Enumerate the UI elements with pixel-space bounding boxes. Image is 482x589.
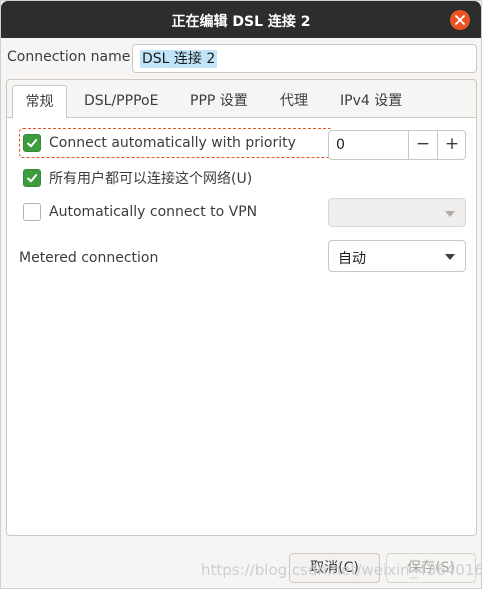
auto-vpn-label: Automatically connect to VPN — [49, 204, 258, 220]
connection-name-label: Connection name — [7, 49, 131, 65]
general-page: Connect automatically with priority 0 − … — [7, 118, 476, 535]
tab-ipv4-settings[interactable]: IPv4 设置 — [340, 80, 402, 118]
metered-connection-label: Metered connection — [19, 250, 159, 266]
check-icon — [27, 174, 38, 183]
settings-notebook: 常规 DSL/PPPoE PPP 设置 代理 IPv4 设置 Connect a… — [6, 79, 477, 536]
priority-value[interactable]: 0 — [336, 137, 345, 153]
tab-dsl-pppoe[interactable]: DSL/PPPoE — [84, 80, 158, 118]
chevron-down-icon — [445, 254, 455, 260]
all-users-checkbox[interactable]: 所有用户都可以连接这个网络(U) — [23, 166, 252, 190]
metered-select-value: 自动 — [338, 251, 366, 267]
connection-name-input[interactable]: DSL 连接 2 — [132, 44, 477, 73]
auto-vpn-check[interactable] — [23, 203, 41, 221]
title-bar[interactable]: 正在编辑 DSL 连接 2 — [1, 1, 481, 38]
auto-connect-checkbox[interactable]: Connect automatically with priority — [19, 128, 333, 158]
metered-select[interactable]: 自动 — [328, 240, 466, 272]
tab-bar: 常规 DSL/PPPoE PPP 设置 代理 IPv4 设置 — [7, 80, 476, 124]
auto-connect-label: Connect automatically with priority — [49, 135, 296, 151]
all-users-label: 所有用户都可以连接这个网络(U) — [49, 171, 253, 187]
all-users-check[interactable] — [23, 169, 41, 187]
watermark: https://blog.csdn.net/weixin_43640166 — [201, 561, 482, 579]
connection-name-value: DSL 连接 2 — [140, 50, 218, 68]
auto-connect-check[interactable] — [23, 134, 41, 152]
connection-editor-window: 正在编辑 DSL 连接 2 Connection name DSL 连接 2 常… — [0, 0, 482, 589]
window-title: 正在编辑 DSL 连接 2 — [171, 14, 311, 30]
check-icon — [27, 139, 38, 148]
decrement-button[interactable]: − — [408, 131, 437, 159]
close-button[interactable] — [450, 10, 470, 30]
tab-proxy[interactable]: 代理 — [280, 80, 308, 118]
increment-button[interactable]: + — [437, 131, 466, 159]
vpn-select[interactable] — [328, 198, 466, 227]
priority-spinbutton[interactable]: 0 − + — [328, 130, 466, 160]
tab-ppp-settings[interactable]: PPP 设置 — [190, 80, 248, 118]
close-icon — [455, 15, 465, 25]
chevron-down-icon — [445, 211, 455, 217]
auto-vpn-checkbox[interactable]: Automatically connect to VPN — [23, 200, 257, 224]
